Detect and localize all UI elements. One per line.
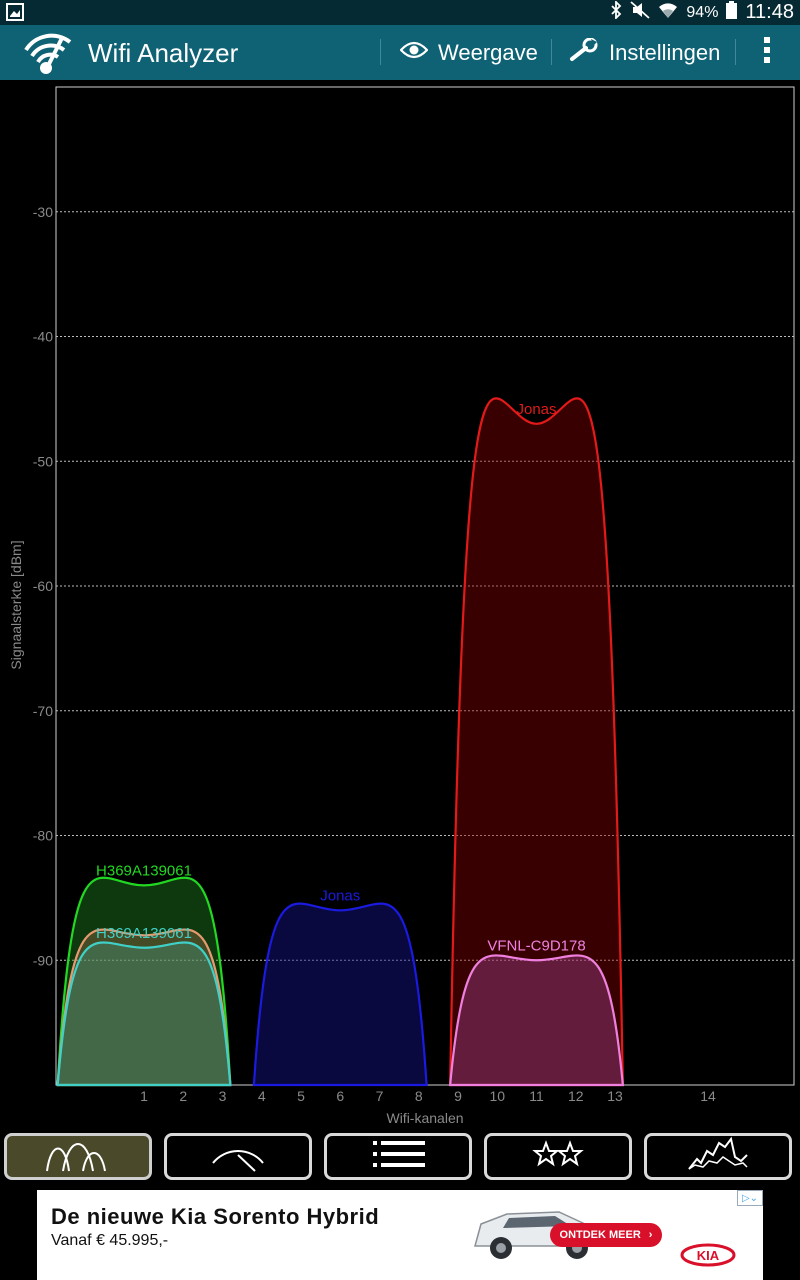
bluetooth-icon xyxy=(610,0,622,24)
view-button[interactable]: Weergave xyxy=(399,25,538,80)
channel-graph-tab[interactable] xyxy=(4,1133,152,1180)
status-bar: 94% 11:48 xyxy=(0,0,800,25)
battery-percent: 94% xyxy=(686,3,719,21)
wifi-icon xyxy=(658,1,678,24)
network-curve xyxy=(252,902,428,1087)
kia-logo: KIA xyxy=(680,1243,736,1272)
y-tick-label: -50 xyxy=(33,453,53,469)
meter-icon xyxy=(203,1135,273,1178)
time-graph-icon xyxy=(683,1135,753,1178)
view-label: Weergave xyxy=(438,39,538,65)
y-tick-label: -70 xyxy=(33,703,53,719)
divider xyxy=(735,39,736,65)
signal-meter-tab[interactable] xyxy=(164,1133,312,1180)
y-tick-label: -40 xyxy=(33,329,53,345)
settings-label: Instellingen xyxy=(609,39,721,65)
wrench-icon xyxy=(569,37,599,68)
divider xyxy=(551,39,552,65)
wifi-analyzer-logo-icon xyxy=(20,30,76,81)
more-vert-icon xyxy=(762,35,772,71)
ad-headline: De nieuwe Kia Sorento Hybrid xyxy=(51,1204,380,1229)
network-label: VFNL-C9D178 xyxy=(487,937,585,954)
x-tick-label: 7 xyxy=(376,1088,384,1104)
ad-cta-button[interactable]: ONTDEK MEER › xyxy=(550,1223,662,1247)
screenshot-icon xyxy=(6,3,24,26)
x-tick-label: 14 xyxy=(700,1088,716,1104)
x-tick-label: 8 xyxy=(415,1088,423,1104)
network-curve xyxy=(448,954,625,1087)
x-tick-label: 11 xyxy=(529,1088,544,1104)
network-label: Jonas xyxy=(320,887,360,904)
settings-button[interactable]: Instellingen xyxy=(569,25,720,80)
time-graph-tab[interactable] xyxy=(644,1133,792,1180)
x-tick-label: 10 xyxy=(489,1088,505,1104)
chevron-right-icon: › xyxy=(648,1229,653,1241)
adchoices-icon[interactable]: ▷⌄ xyxy=(737,1190,763,1206)
divider xyxy=(380,39,381,65)
network-curve xyxy=(56,941,232,1087)
y-tick-label: -60 xyxy=(33,578,53,594)
mute-icon xyxy=(630,1,650,24)
x-tick-label: 2 xyxy=(179,1088,187,1104)
ap-list-tab[interactable] xyxy=(324,1133,472,1180)
ad-banner[interactable]: De nieuwe Kia Sorento Hybrid Vanaf € 45.… xyxy=(37,1190,763,1280)
x-tick-label: 4 xyxy=(258,1088,266,1104)
ad-subline: Vanaf € 45.995,- xyxy=(51,1232,169,1249)
x-tick-label: 12 xyxy=(568,1088,584,1104)
network-label: H369A139061 xyxy=(96,862,192,879)
eye-icon xyxy=(399,40,429,66)
x-tick-label: 9 xyxy=(454,1088,462,1104)
stars-icon xyxy=(523,1135,593,1178)
channel-graph-icon xyxy=(43,1135,113,1178)
list-icon xyxy=(363,1135,433,1178)
y-tick-label: -90 xyxy=(33,952,53,968)
channel-graph: -30-40-50-60-70-80-901 2 3 4 5 6 7 8 9 10 11 12 13 14… xyxy=(8,86,795,1126)
x-axis-title: Wifi-kanalen xyxy=(386,1110,463,1126)
y-tick-label: -30 xyxy=(33,204,53,220)
battery-icon xyxy=(726,1,738,24)
ad-cta-label: ONTDEK MEER xyxy=(559,1229,641,1241)
svg-text:KIA: KIA xyxy=(697,1248,720,1263)
channel-rating-tab[interactable] xyxy=(484,1133,632,1180)
x-tick-label: 1 xyxy=(140,1088,148,1104)
x-tick-label: 3 xyxy=(219,1088,227,1104)
clock: 11:48 xyxy=(745,1,794,23)
overflow-menu-button[interactable] xyxy=(762,25,772,80)
y-axis-title: Signaalsterkte [dBm] xyxy=(8,540,24,669)
network-label: Jonas xyxy=(516,401,556,418)
app-title: Wifi Analyzer xyxy=(88,38,239,68)
y-tick-label: -80 xyxy=(33,828,53,844)
action-bar: Wifi Analyzer Weergave Instellingen xyxy=(0,25,800,80)
network-label: H369A139061 xyxy=(96,925,192,942)
x-tick-label: 6 xyxy=(336,1088,344,1104)
x-tick-label: 5 xyxy=(297,1088,305,1104)
x-tick-label: 13 xyxy=(607,1088,623,1104)
